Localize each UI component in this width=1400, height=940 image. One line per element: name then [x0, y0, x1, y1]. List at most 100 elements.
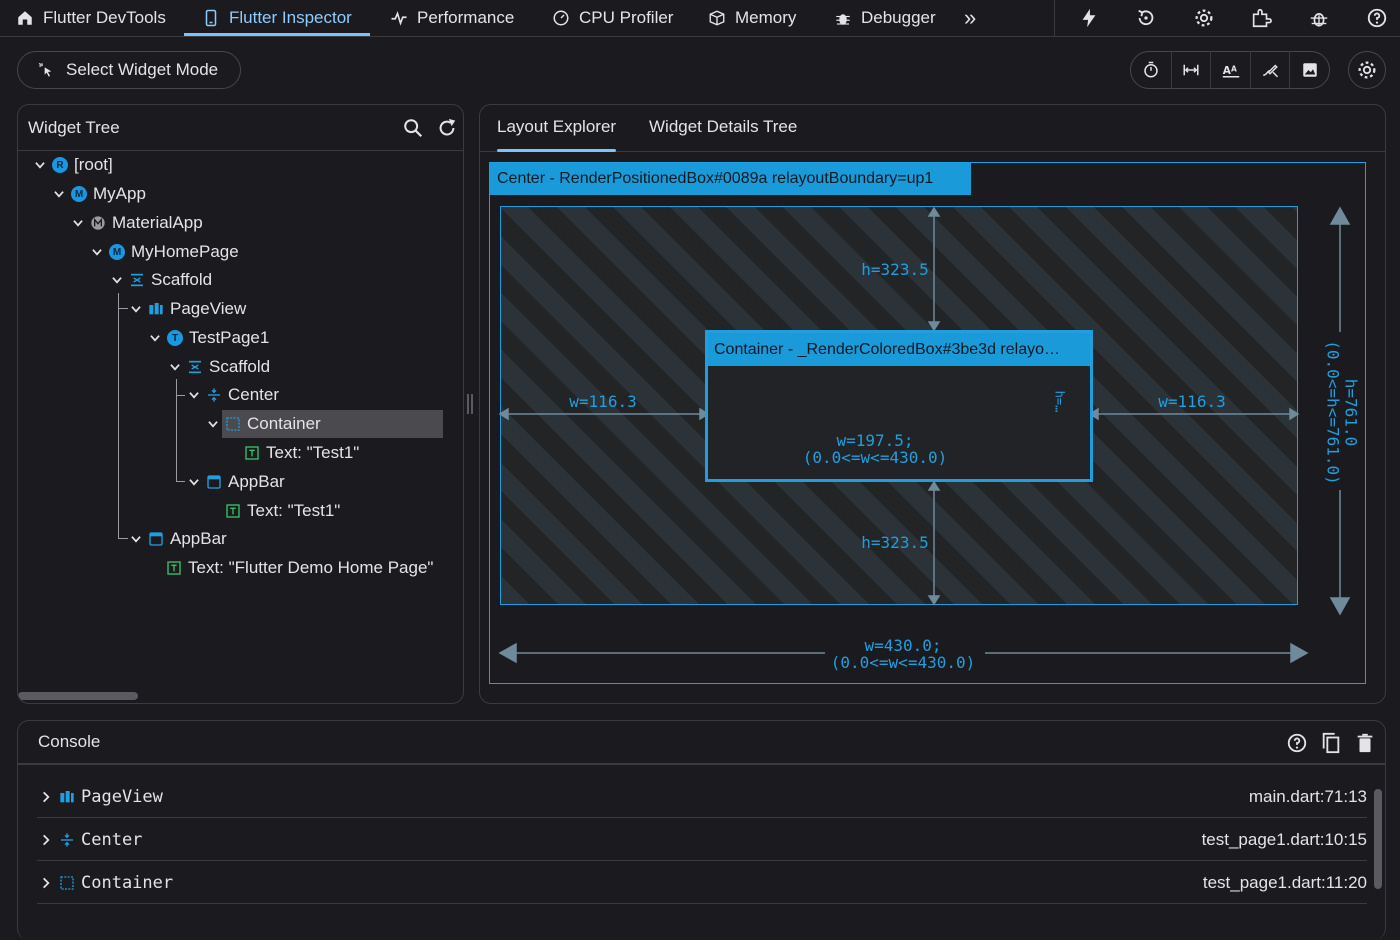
tree-node-testpage1[interactable]: T TestPage1	[148, 324, 269, 352]
text-widget-icon	[167, 561, 181, 575]
left-width-label: w=116.3	[569, 392, 637, 411]
container-icon	[60, 875, 74, 890]
tree-node-scaffold-inner[interactable]: Scaffold	[168, 353, 270, 381]
tab-flutter-devtools[interactable]: Flutter DevTools	[16, 0, 166, 36]
slow-animations-button[interactable]	[1131, 51, 1171, 89]
center-icon	[208, 388, 220, 402]
bottom-height-label: h=323.5	[861, 533, 929, 552]
split-pane-handle[interactable]	[467, 394, 473, 414]
tree-node-label: AppBar	[170, 529, 227, 548]
tab-debugger[interactable]: Debugger	[834, 0, 936, 36]
console-entry-pageview[interactable]: PageView main.dart:71:13	[37, 776, 1367, 818]
console-copy-button[interactable]	[1320, 732, 1342, 759]
tree-guide	[118, 308, 128, 309]
tab-layout-explorer[interactable]: Layout Explorer	[497, 104, 617, 152]
outer-height-label: h=761.0	[1341, 378, 1361, 447]
console-scrollbar[interactable]	[1374, 789, 1382, 889]
settings-button[interactable]	[1192, 6, 1216, 30]
console-header: Console	[18, 721, 1385, 765]
search-button[interactable]	[402, 117, 424, 144]
inner-width-label: w=197.5;	[836, 431, 914, 450]
show-guidelines-button[interactable]	[1170, 51, 1211, 89]
tab-performance[interactable]: Performance	[390, 0, 514, 36]
container-header-label: Container - _RenderColoredBox#3be3d rela…	[714, 340, 1060, 358]
tree-node-label: Scaffold	[209, 357, 271, 376]
tree-node-myapp[interactable]: M MyApp	[52, 180, 146, 208]
tree-node-text-test1-appbar[interactable]: Text: "Test1"	[225, 497, 340, 525]
tree-node-label: Center	[228, 385, 280, 404]
tree-node-materialapp[interactable]: MaterialApp	[71, 209, 203, 237]
console-help-button[interactable]	[1286, 732, 1308, 759]
tab-label: Debugger	[861, 8, 936, 27]
material-app-icon	[91, 216, 105, 230]
chevron-down-icon	[54, 191, 64, 198]
inspector-settings-button[interactable]	[1348, 51, 1386, 89]
console-entry-source[interactable]: main.dart:71:13	[1249, 787, 1367, 807]
tab-label: CPU Profiler	[579, 8, 674, 27]
lightning-icon	[1082, 8, 1096, 28]
help-button[interactable]	[1365, 6, 1389, 30]
tree-node-label: TestPage1	[189, 328, 270, 347]
user-widget-badge-icon: M	[109, 244, 125, 260]
tab-label: Widget Details Tree	[649, 117, 798, 136]
tree-node-pageview[interactable]: PageView	[129, 295, 246, 323]
select-widget-mode-button[interactable]: Select Widget Mode	[17, 51, 241, 89]
hot-restart-button[interactable]	[1134, 6, 1158, 30]
extensions-button[interactable]	[1249, 6, 1273, 30]
console-clear-button[interactable]	[1354, 732, 1376, 759]
text-widget-icon	[245, 446, 259, 460]
root-badge-icon: R	[52, 157, 68, 173]
brush-icon	[1263, 64, 1279, 78]
right-width-label: w=116.3	[1158, 392, 1226, 411]
show-baselines-button[interactable]: AA	[1210, 51, 1250, 89]
console-entry-label: Container	[81, 872, 174, 893]
tree-node-text-test1[interactable]: Text: "Test1"	[244, 439, 359, 467]
tree-guide	[176, 395, 185, 396]
more-tabs-button[interactable]: »	[964, 0, 976, 36]
tab-flutter-inspector[interactable]: Flutter Inspector	[184, 0, 370, 36]
report-issue-button[interactable]	[1307, 6, 1331, 30]
tree-node-text-home-page[interactable]: Text: "Flutter Demo Home Page"	[166, 554, 433, 582]
tab-label: Performance	[417, 8, 515, 27]
console-entry-label: PageView	[81, 786, 163, 807]
tree-node-myhomepage[interactable]: M MyHomePage	[90, 238, 239, 266]
pageview-icon	[149, 303, 163, 315]
highlight-repaints-button[interactable]	[1249, 51, 1290, 89]
chevron-double-right-icon: »	[964, 5, 977, 30]
tree-node-appbar[interactable]: AppBar	[187, 468, 285, 496]
highlight-oversized-images-button[interactable]	[1289, 51, 1329, 89]
tab-cpu-profiler[interactable]: CPU Profiler	[552, 0, 673, 36]
tree-guide	[118, 293, 119, 539]
tab-memory[interactable]: Memory	[708, 0, 796, 36]
chevron-down-icon	[131, 536, 141, 543]
console-title: Console	[38, 732, 101, 751]
cursor-sparkle-icon	[38, 62, 52, 77]
chevron-down-icon	[35, 162, 45, 169]
appbar-icon	[207, 475, 221, 489]
refresh-icon	[439, 118, 456, 136]
scaffold-icon	[131, 273, 143, 287]
chevron-down-icon	[189, 479, 199, 486]
console-entry-source[interactable]: test_page1.dart:11:20	[1203, 873, 1367, 893]
chevron-down-icon	[92, 249, 102, 256]
tree-node-appbar-outer[interactable]: AppBar	[129, 525, 227, 553]
horizontal-scrollbar[interactable]	[18, 692, 138, 700]
tab-widget-details-tree[interactable]: Widget Details Tree	[649, 104, 797, 150]
tree-node-root[interactable]: R [root]	[33, 151, 113, 179]
inspector-options-group: AA	[1130, 51, 1330, 89]
appbar-icon	[149, 532, 163, 546]
tree-node-center[interactable]: Center	[187, 381, 279, 409]
tree-node-scaffold[interactable]: Scaffold	[110, 266, 212, 294]
hot-reload-button[interactable]	[1077, 6, 1101, 30]
console-entry-source[interactable]: test_page1.dart:10:15	[1202, 830, 1367, 850]
console-entry-center[interactable]: Center test_page1.dart:10:15	[37, 819, 1367, 861]
refresh-tree-button[interactable]	[436, 117, 458, 144]
bug-icon	[836, 14, 850, 25]
console-entry-container[interactable]: Container test_page1.dart:11:20	[37, 862, 1367, 904]
tree-node-container[interactable]: Container	[206, 410, 321, 438]
tab-label: Layout Explorer	[497, 117, 617, 136]
width-ruler-icon	[1183, 64, 1199, 76]
search-icon	[404, 119, 423, 138]
phone-icon	[205, 9, 217, 27]
pageview-icon	[60, 790, 74, 802]
